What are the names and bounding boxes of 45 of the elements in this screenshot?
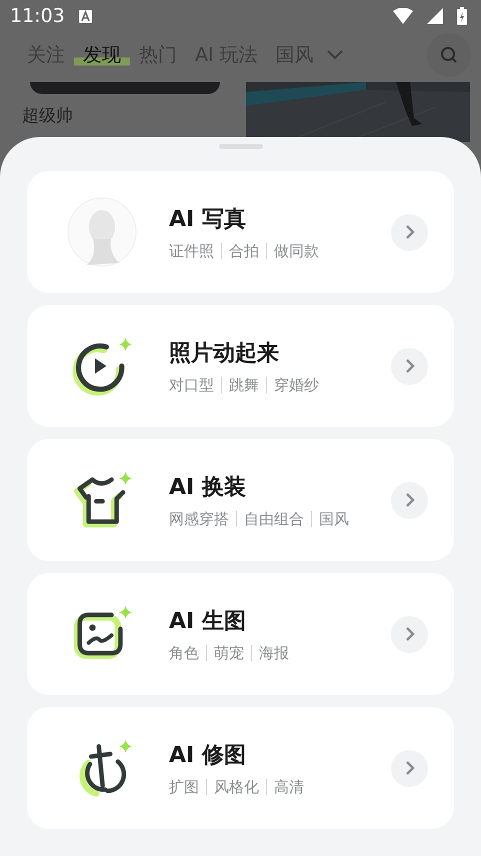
feature-tag: 国风 [319,510,349,528]
search-button[interactable] [427,33,471,77]
chevron-right-button[interactable] [391,348,428,384]
feature-title: AI 换装 [169,474,247,502]
wifi-icon [393,8,413,24]
feature-card[interactable]: 照片动起来 对口型 跳舞 穿婚纱 [27,305,454,427]
signal-icon [427,8,443,24]
feature-tag: 合拍 [229,242,259,260]
feature-card[interactable]: AI 生图 角色 萌宠 海报 [27,573,454,695]
battery-icon [457,7,467,25]
post-caption: 超级帅 [21,105,74,127]
feature-title: 照片动起来 [169,340,280,368]
feature-tag: 自由组合 [244,510,304,528]
chevron-right-button[interactable] [391,214,428,250]
chevron-right-button[interactable] [391,750,428,786]
search-icon [440,46,458,64]
feature-tag: 风格化 [214,778,259,796]
feature-title: AI 生图 [169,608,247,636]
chevron-down-icon[interactable] [326,50,343,60]
feature-card[interactable]: AI 写真 证件照 合拍 做同款 [27,171,454,293]
chevron-right-icon [404,358,414,374]
chevron-right-icon [404,224,414,240]
feature-tag: 跳舞 [229,376,259,394]
feature-tag: 高清 [274,778,304,796]
feature-title: AI 写真 [169,206,247,234]
feature-title: AI 修图 [169,742,247,770]
feature-tag: 扩图 [169,778,199,796]
feature-tag: 网感穿搭 [169,510,229,528]
feature-tag: 对口型 [169,376,214,394]
feature-tag: 穿婚纱 [274,376,319,394]
feature-tag: 证件照 [169,242,214,260]
notification-icon [78,10,92,22]
chevron-right-button[interactable] [391,482,428,518]
feature-tag: 角色 [169,644,199,662]
feature-card[interactable]: AI 换装 网感穿搭 自由组合 国风 [27,439,454,561]
clock: 11:03 [10,5,65,27]
chevron-right-icon [404,760,414,776]
chevron-right-icon [404,492,414,508]
chevron-right-icon [404,626,414,642]
mannequin-icon [67,197,137,267]
feature-tag: 做同款 [274,242,319,260]
feature-tag: 萌宠 [214,644,244,662]
chevron-right-button[interactable] [391,616,428,652]
feature-tag: 海报 [259,644,289,662]
feature-card[interactable]: AI 修图 扩图 风格化 高清 [27,707,454,829]
